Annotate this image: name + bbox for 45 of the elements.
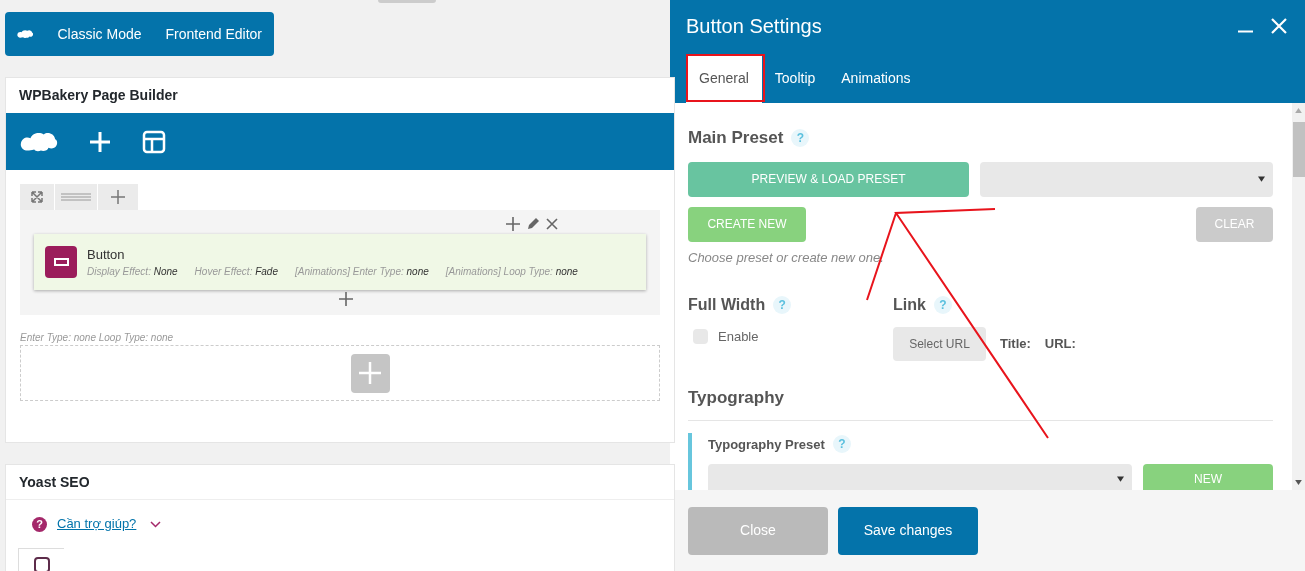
checkbox-label: Enable (718, 328, 759, 346)
element-param: [Animations] Enter Type: none (295, 265, 429, 280)
help-link[interactable]: Cần trợ giúp? (57, 514, 137, 534)
modal-title: Button Settings (686, 14, 822, 39)
section-heading: Main Preset (688, 127, 784, 149)
scroll-down-icon[interactable] (1295, 480, 1302, 485)
element-param: Hover Effect: Fade (194, 265, 278, 280)
dropdown-arrow-icon (1258, 176, 1265, 182)
tab[interactable]: Animations (828, 54, 924, 103)
field-label: Typography Preset (708, 435, 825, 454)
element-title: Button (87, 245, 126, 264)
url-label: URL: (1044, 335, 1076, 354)
add-icon[interactable] (339, 292, 353, 306)
help-icon: ? (32, 516, 47, 532)
element-param: [Animations] Loop Type: none (445, 265, 578, 280)
section-heading: Full Width (688, 295, 766, 315)
snippet-icon (34, 557, 50, 571)
scroll-up-icon[interactable] (1295, 108, 1302, 113)
element-card[interactable]: Button Display Effect: None Hover Effect: Fade [Animations] Enter Type: none [Animations] Loop Type: none (34, 234, 646, 290)
section-heading: Typography (688, 388, 785, 407)
panel-title: WPBakery Page Builder (18, 86, 178, 105)
mode-button[interactable]: Classic Mode (57, 23, 142, 45)
drag-handle-icon[interactable] (55, 184, 97, 210)
section-note: Enter Type: none Loop Type: none (20, 331, 174, 345)
save-button[interactable]: Save changes (838, 506, 978, 555)
add-icon (359, 362, 381, 384)
select-url-button[interactable]: Select URL (893, 327, 986, 361)
logo-icon (17, 27, 34, 41)
expand-icon[interactable] (20, 184, 54, 210)
element-param: Display Effect: None (87, 265, 178, 280)
layout-icon[interactable] (142, 129, 166, 154)
dropdown-arrow-icon (1117, 476, 1124, 482)
chevron-down-icon[interactable] (150, 520, 162, 528)
scroll-thumb[interactable] (1292, 122, 1305, 177)
panel-title: Yoast SEO (19, 472, 90, 492)
button-element-icon (45, 246, 77, 278)
add-icon[interactable] (506, 217, 520, 231)
title-label: Title: (1000, 335, 1031, 354)
section-heading: Link (893, 295, 926, 315)
add-column-icon[interactable] (98, 184, 138, 210)
mode-button[interactable]: Frontend Editor (165, 23, 262, 45)
scroll-handle (378, 0, 436, 3)
close-icon[interactable] (546, 218, 558, 230)
pencil-icon[interactable] (526, 217, 540, 231)
tab[interactable]: Tooltip (761, 54, 829, 103)
